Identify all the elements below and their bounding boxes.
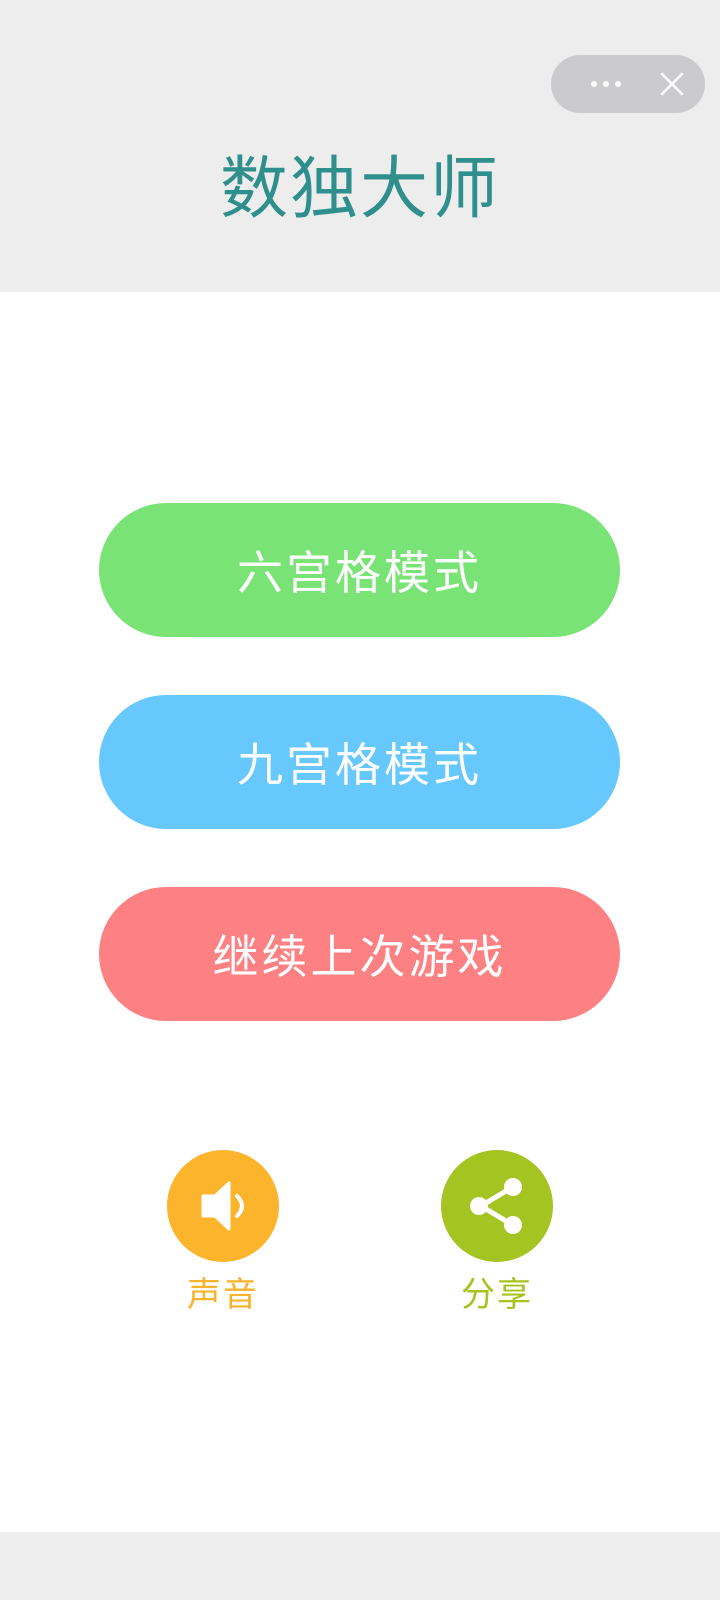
close-icon[interactable]: [647, 55, 697, 113]
sound-label: 声音: [187, 1275, 259, 1315]
miniprogram-capsule: [551, 55, 705, 113]
nine-grid-mode-button[interactable]: 九宫格模式: [99, 695, 620, 829]
sound-button[interactable]: [167, 1150, 279, 1262]
speaker-icon: [201, 1181, 244, 1231]
dot: [591, 81, 597, 87]
page-title: 数独大师: [219, 150, 500, 229]
share-label: 分享: [461, 1275, 533, 1315]
close-glyph: [660, 72, 684, 96]
six-grid-mode-button[interactable]: 六宫格模式: [99, 503, 620, 637]
more-dots-icon[interactable]: [571, 55, 641, 113]
header-bar: 数独大师: [0, 0, 720, 292]
dot: [603, 81, 609, 87]
dot: [615, 81, 621, 87]
share-icon: [470, 1178, 522, 1234]
share-button[interactable]: [441, 1150, 553, 1262]
bottom-bar: [0, 1532, 720, 1600]
continue-last-game-button[interactable]: 继续上次游戏: [99, 887, 620, 1021]
